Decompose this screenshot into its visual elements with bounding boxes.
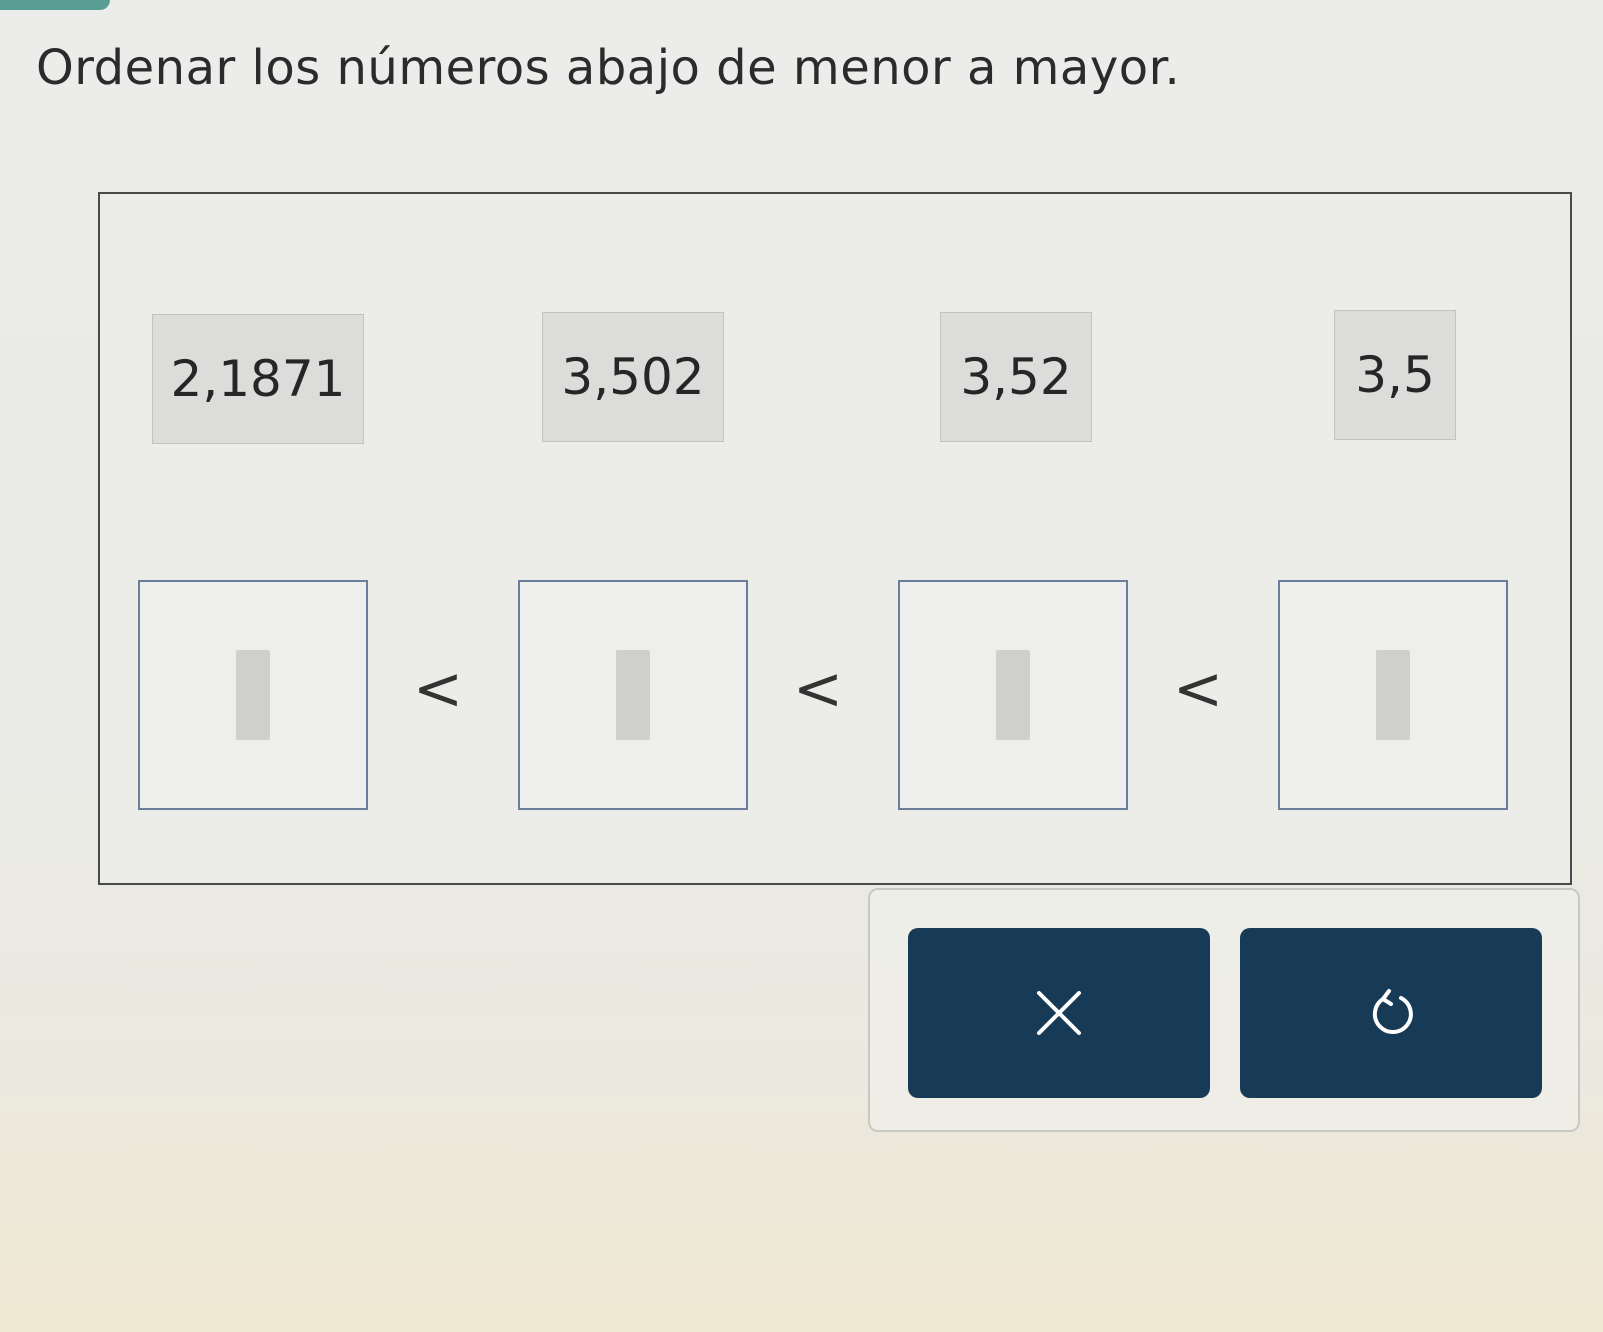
less-than-sign: < xyxy=(792,654,844,724)
answer-panel: 2,1871 3,502 3,52 3,5 < < < xyxy=(98,192,1572,885)
slot-placeholder-handle xyxy=(236,650,270,740)
undo-icon xyxy=(1372,989,1413,1035)
slot-placeholder-handle xyxy=(1376,650,1410,740)
less-than-sign: < xyxy=(412,654,464,724)
number-tile[interactable]: 3,5 xyxy=(1334,310,1456,440)
slot-placeholder-handle xyxy=(996,650,1030,740)
undo-button[interactable] xyxy=(1240,928,1542,1098)
drop-slot-1[interactable] xyxy=(138,580,368,810)
drop-slot-3[interactable] xyxy=(898,580,1128,810)
slot-placeholder-handle xyxy=(616,650,650,740)
top-accent-bar xyxy=(0,0,110,10)
number-tile[interactable]: 3,502 xyxy=(542,312,724,442)
clear-button[interactable] xyxy=(908,928,1210,1098)
action-toolbar xyxy=(868,888,1580,1132)
number-tile[interactable]: 2,1871 xyxy=(152,314,364,444)
number-tile[interactable]: 3,52 xyxy=(940,312,1092,442)
less-than-sign: < xyxy=(1172,654,1224,724)
question-prompt: Ordenar los números abajo de menor a may… xyxy=(36,40,1181,96)
drop-slot-4[interactable] xyxy=(1278,580,1508,810)
close-icon xyxy=(1037,991,1081,1035)
drop-slot-2[interactable] xyxy=(518,580,748,810)
